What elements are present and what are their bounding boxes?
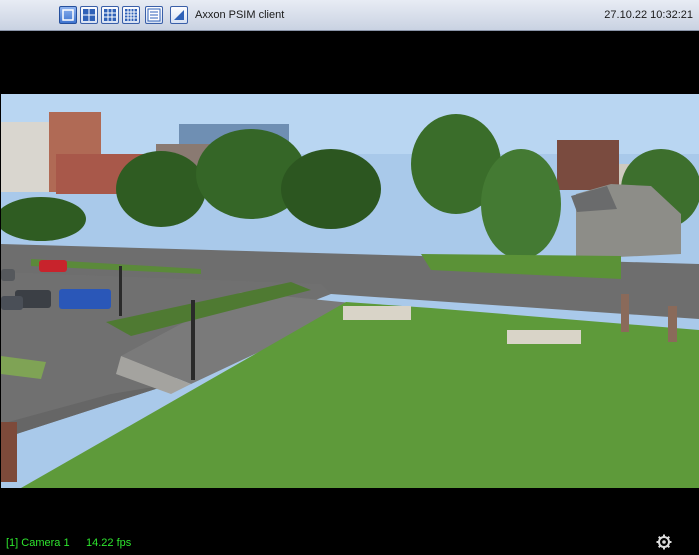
expand-icon bbox=[174, 10, 184, 20]
layout-1x1-button[interactable] bbox=[59, 6, 77, 24]
app-title: Axxon PSIM client bbox=[195, 9, 285, 21]
camera-label: [1] Camera 1 bbox=[6, 537, 70, 549]
top-toolbar: Axxon PSIM client 27.10.22 10:32:21 bbox=[0, 0, 699, 31]
layout-2x2-button[interactable] bbox=[80, 6, 98, 24]
camera-scene-image bbox=[1, 94, 699, 488]
grid-1x1-icon bbox=[62, 9, 74, 21]
camera-video-frame[interactable] bbox=[1, 94, 699, 488]
layout-3x3-button[interactable] bbox=[101, 6, 119, 24]
camera-list-button[interactable] bbox=[145, 6, 163, 24]
layout-4x4-button[interactable] bbox=[122, 6, 140, 24]
date-time: 27.10.22 10:32:21 bbox=[604, 9, 693, 21]
grid-2x2-icon bbox=[83, 9, 95, 21]
list-icon bbox=[147, 8, 161, 22]
grid-4x4-icon bbox=[125, 9, 137, 21]
grid-3x3-icon bbox=[104, 9, 116, 21]
maximize-button[interactable] bbox=[170, 6, 188, 24]
settings-icon[interactable] bbox=[656, 534, 672, 550]
fps-readout: 14.22 fps bbox=[86, 537, 132, 549]
status-bar: [1] Camera 1 14.22 fps bbox=[0, 530, 699, 555]
